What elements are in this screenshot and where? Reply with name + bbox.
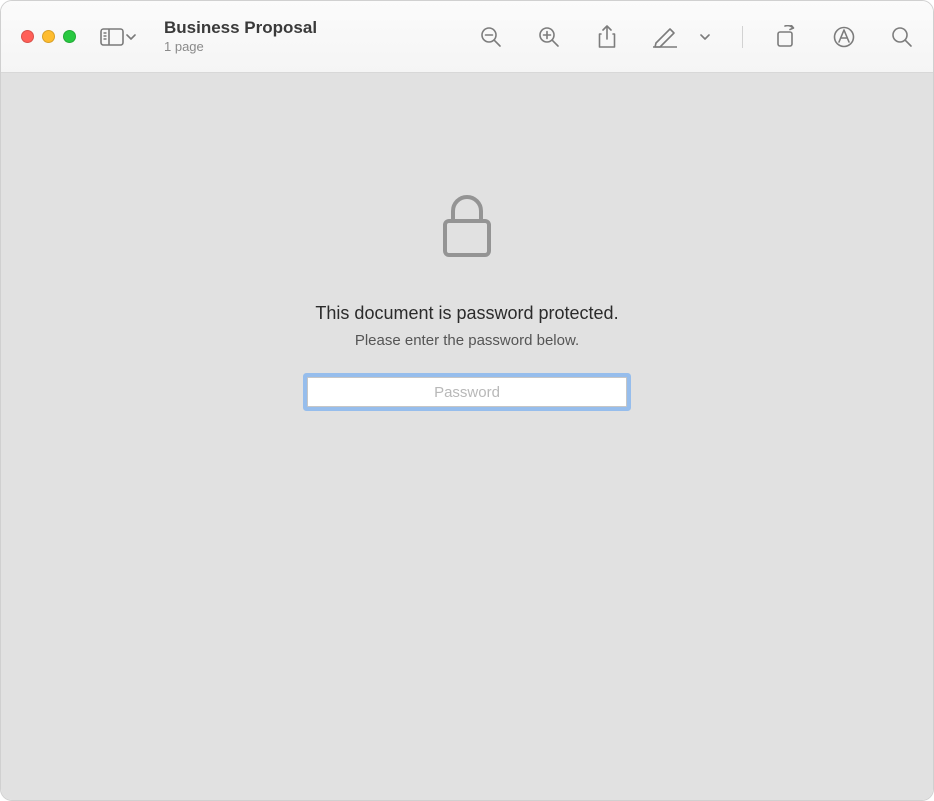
rotate-icon [775, 25, 797, 49]
zoom-in-button[interactable] [534, 17, 564, 57]
toolbar-separator [742, 26, 743, 48]
markup-button[interactable] [829, 17, 859, 57]
window-controls [21, 30, 76, 43]
minimize-button[interactable] [42, 30, 55, 43]
highlight-button[interactable] [650, 17, 680, 57]
protected-instruction: Please enter the password below. [355, 332, 579, 349]
search-icon [891, 26, 913, 48]
password-input[interactable] [307, 377, 627, 407]
document-title: Business Proposal [164, 18, 317, 38]
share-icon [597, 25, 617, 49]
zoom-out-button[interactable] [476, 17, 506, 57]
content-area: This document is password protected. Ple… [1, 73, 933, 800]
preview-window: Business Proposal 1 page [0, 0, 934, 801]
highlight-menu-button[interactable] [690, 17, 720, 57]
chevron-down-icon [126, 34, 136, 40]
sidebar-icon [100, 28, 124, 46]
protected-message: This document is password protected. [315, 303, 618, 324]
title-block: Business Proposal 1 page [164, 18, 317, 55]
toolbar [476, 17, 917, 57]
lock-icon [440, 193, 494, 259]
fullscreen-button[interactable] [63, 30, 76, 43]
chevron-down-icon [700, 34, 710, 40]
zoom-out-icon [480, 26, 502, 48]
close-button[interactable] [21, 30, 34, 43]
document-subtitle: 1 page [164, 39, 317, 55]
highlight-icon [653, 26, 677, 48]
rotate-button[interactable] [771, 17, 801, 57]
zoom-in-icon [538, 26, 560, 48]
markup-icon [833, 26, 855, 48]
share-button[interactable] [592, 17, 622, 57]
search-button[interactable] [887, 17, 917, 57]
sidebar-toggle-button[interactable] [100, 17, 136, 57]
titlebar: Business Proposal 1 page [1, 1, 933, 73]
